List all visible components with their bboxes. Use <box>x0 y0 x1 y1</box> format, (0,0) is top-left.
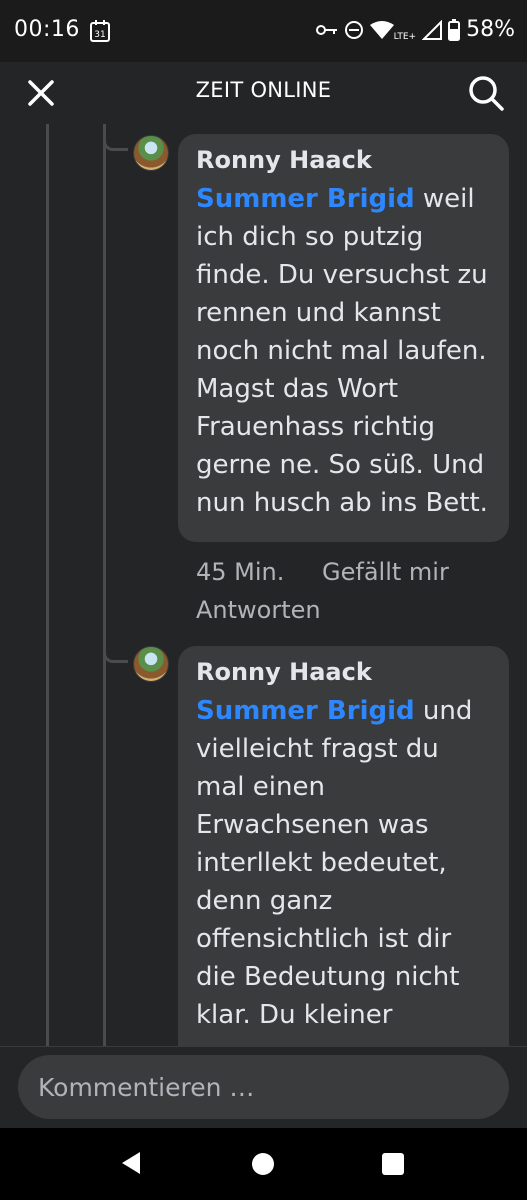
comment-input[interactable] <box>18 1055 509 1119</box>
comment-bubble: Ronny Haack Summer Brigid und vielleicht… <box>178 646 509 1066</box>
comment-text: Summer Brigid und vielleicht fragst du m… <box>196 696 473 1030</box>
status-bar: 00:16 31 LTE+ 58% <box>0 0 527 62</box>
avatar[interactable] <box>133 646 169 682</box>
thread-line-inner <box>103 124 106 1046</box>
thread-connector <box>103 636 128 663</box>
app-bar: ZEIT ONLINE <box>0 62 527 124</box>
system-nav-bar <box>0 1128 527 1200</box>
status-icons: LTE+ 58% <box>315 17 515 42</box>
thread-connector <box>103 124 128 151</box>
comment-author[interactable]: Ronny Haack <box>196 146 491 174</box>
calendar-icon: 31 <box>90 20 110 42</box>
home-icon[interactable] <box>252 1153 274 1175</box>
back-icon[interactable] <box>118 1150 142 1176</box>
thread-line-outer <box>46 124 49 1046</box>
do-not-disturb-icon <box>344 20 363 39</box>
wifi-icon <box>369 20 394 39</box>
network-label: LTE+ <box>393 31 417 42</box>
comment-bubble: Ronny Haack Summer Brigid weil ich dich … <box>178 134 509 542</box>
svg-text:31: 31 <box>94 30 105 40</box>
key-icon <box>315 24 337 35</box>
mention-link[interactable]: Summer Brigid <box>196 696 415 726</box>
mention-link[interactable]: Summer Brigid <box>196 184 415 214</box>
battery-icon <box>448 18 461 41</box>
comment-author[interactable]: Ronny Haack <box>196 658 491 686</box>
comment-meta: 45 Min. Gefällt mir Antworten <box>196 553 449 629</box>
recents-icon[interactable] <box>382 1153 404 1175</box>
status-time: 00:16 <box>14 17 80 42</box>
like-button[interactable]: Gefällt mir <box>322 553 449 591</box>
battery-percent: 58% <box>466 17 515 42</box>
reply-button[interactable]: Antworten <box>196 591 449 629</box>
comment-composer <box>0 1046 527 1129</box>
avatar[interactable] <box>133 135 169 171</box>
comment-text: Summer Brigid weil ich dich so putzig fi… <box>196 184 488 518</box>
comment-time: 45 Min. <box>196 558 285 586</box>
app-title: ZEIT ONLINE <box>195 78 332 102</box>
signal-icon <box>422 19 443 40</box>
search-icon[interactable] <box>465 72 507 114</box>
